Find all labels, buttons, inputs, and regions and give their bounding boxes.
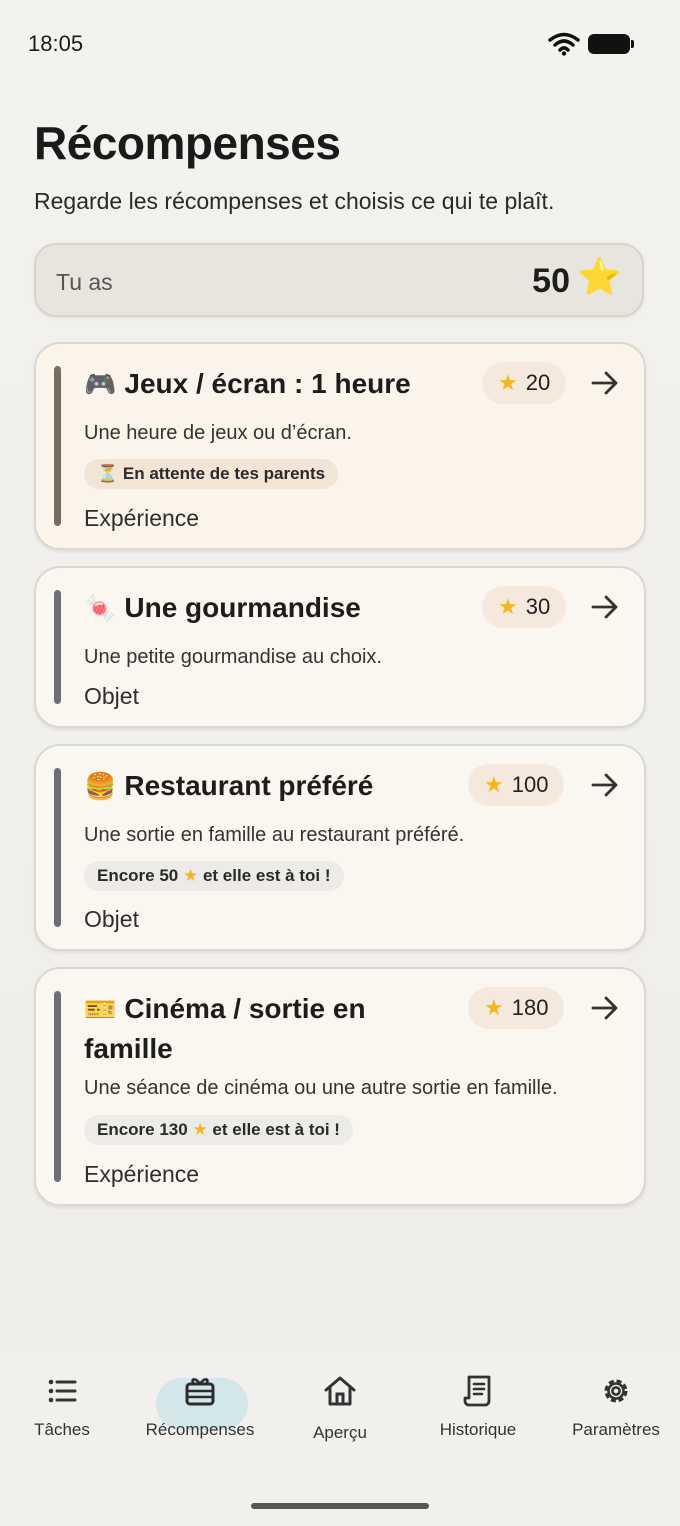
reward-description: Une petite gourmandise au choix. bbox=[84, 646, 382, 668]
reward-description: Une heure de jeux ou d’écran. bbox=[84, 422, 352, 444]
star-icon: ⭐ bbox=[577, 256, 622, 297]
bottom-navigation: Tâches Récompenses Aperçu Historique Par… bbox=[0, 1352, 680, 1526]
arrow-right-icon[interactable] bbox=[590, 770, 620, 800]
balance-label: Tu as bbox=[56, 269, 113, 295]
card-accent-bar bbox=[54, 768, 61, 927]
wifi-icon bbox=[548, 32, 580, 56]
nav-overview[interactable]: Aperçu bbox=[275, 1374, 405, 1443]
nav-tasks[interactable]: Tâches bbox=[0, 1374, 127, 1440]
gear-icon bbox=[604, 1379, 628, 1403]
reward-title: 🎮 Jeux / écran : 1 heure bbox=[84, 368, 411, 399]
nav-label: Aperçu bbox=[313, 1423, 367, 1442]
candy-icon: 🍬 bbox=[84, 593, 117, 623]
card-accent-bar bbox=[54, 590, 61, 704]
reward-category: Expérience bbox=[84, 1161, 200, 1187]
reward-category: Objet bbox=[84, 683, 139, 709]
home-icon bbox=[324, 1376, 356, 1406]
reward-title: 🍬 Une gourmandise bbox=[84, 592, 361, 623]
nav-rewards[interactable]: Récompenses bbox=[135, 1374, 265, 1440]
list-icon bbox=[48, 1379, 77, 1403]
star-icon: ★ bbox=[498, 370, 518, 395]
star-icon: ★ bbox=[484, 772, 504, 797]
reward-description: Une séance de cinéma ou une autre sortie… bbox=[84, 1077, 558, 1099]
burger-icon: 🍔 bbox=[84, 771, 117, 801]
reward-cost-badge: ★ 180 bbox=[468, 987, 565, 1029]
reward-category: Expérience bbox=[84, 505, 200, 531]
status-badge: Encore 130 ★ et elle est à toi ! bbox=[84, 1115, 353, 1145]
ticket-icon: 🎫 bbox=[84, 994, 117, 1024]
nav-history[interactable]: Historique bbox=[413, 1374, 543, 1440]
status-badge: ⏳ En attente de tes parents bbox=[84, 459, 339, 489]
arrow-right-icon[interactable] bbox=[590, 993, 620, 1023]
reward-category: Objet bbox=[84, 906, 139, 932]
status-badge: Encore 50 ★ et elle est à toi ! bbox=[84, 861, 344, 891]
reward-card-restaurant[interactable]: 🍔 Restaurant préféré ★ 100 Une sortie en f… bbox=[34, 744, 646, 951]
battery-icon bbox=[588, 34, 634, 54]
nav-label: Paramètres bbox=[572, 1420, 660, 1439]
star-icon: ★ bbox=[498, 594, 518, 619]
nav-label: Tâches bbox=[34, 1420, 90, 1439]
reward-card-screen-time[interactable]: 🎮 Jeux / écran : 1 heure ★ 20 Une heure de… bbox=[34, 342, 646, 550]
reward-cost-badge: ★ 30 bbox=[482, 586, 567, 628]
reward-card-treat[interactable]: 🍬 Une gourmandise ★ 30 Une petite gourmand… bbox=[34, 566, 646, 728]
star-icon: ★ bbox=[183, 866, 199, 885]
status-time: 18:05 bbox=[28, 31, 84, 56]
star-icon: ★ bbox=[484, 995, 504, 1020]
star-icon: ★ bbox=[192, 1120, 208, 1139]
reward-card-cinema[interactable]: 🎫 Cinéma / sortie en famille ★ 180 Une séa… bbox=[34, 967, 646, 1206]
reward-title: 🎫 Cinéma / sortie en famille bbox=[84, 993, 366, 1064]
nav-settings[interactable]: Paramètres bbox=[551, 1374, 680, 1440]
nav-label: Historique bbox=[439, 1420, 517, 1439]
reward-cost-badge: ★ 20 bbox=[482, 362, 567, 404]
reward-description: Une sortie en famille au restaurant préf… bbox=[84, 824, 465, 846]
reward-title: 🍔 Restaurant préféré bbox=[84, 770, 374, 801]
star-balance: Tu as 50 ⭐ bbox=[34, 243, 644, 317]
card-accent-bar bbox=[54, 991, 61, 1182]
arrow-right-icon[interactable] bbox=[590, 592, 620, 622]
page-subtitle: Regarde les récompenses et choisis ce qu… bbox=[34, 188, 555, 214]
gift-icon bbox=[185, 1378, 215, 1406]
receipt-icon bbox=[463, 1375, 491, 1407]
reward-cost-badge: ★ 100 bbox=[468, 764, 565, 806]
nav-label: Récompenses bbox=[145, 1420, 255, 1439]
arrow-right-icon[interactable] bbox=[590, 368, 620, 398]
balance-value: 50 bbox=[532, 262, 570, 300]
status-bar: 18:05 bbox=[0, 0, 680, 88]
home-indicator bbox=[251, 1503, 429, 1509]
card-accent-bar bbox=[54, 366, 61, 526]
gamepad-icon: 🎮 bbox=[84, 369, 117, 399]
page-title: Récompenses bbox=[34, 117, 341, 169]
